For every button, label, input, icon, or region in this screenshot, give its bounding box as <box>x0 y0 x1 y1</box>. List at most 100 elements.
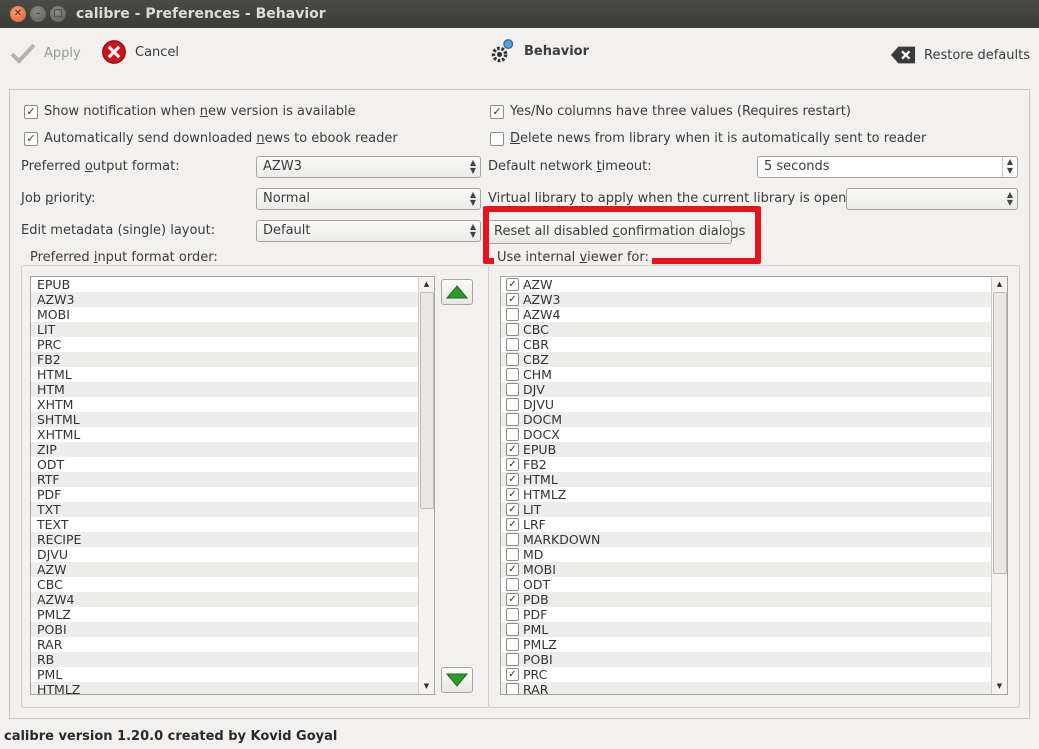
list-item[interactable]: ODT <box>31 457 418 472</box>
list-item[interactable]: CBR <box>501 337 991 352</box>
list-item[interactable]: CBZ <box>501 352 991 367</box>
checkbox-box[interactable]: ✓ <box>506 593 519 606</box>
list-item[interactable]: ✓ HTML <box>501 472 991 487</box>
checkbox-box[interactable]: ✓ <box>506 443 519 456</box>
list-item[interactable]: XHTM <box>31 397 418 412</box>
output-format-select[interactable]: AZW3 ▲ ▼ <box>256 156 481 178</box>
list-item[interactable]: PMLZ <box>501 637 991 652</box>
apply-button[interactable]: Apply <box>10 40 81 66</box>
list-item[interactable]: SHTML <box>31 412 418 427</box>
checkbox-box[interactable]: ✓ <box>506 488 519 501</box>
virtual-library-select[interactable]: ▲ ▼ <box>846 188 1018 210</box>
checkbox-box[interactable]: ✓ <box>506 278 519 291</box>
list-item[interactable]: RB <box>31 652 418 667</box>
list-item[interactable]: PML <box>501 622 991 637</box>
list-item[interactable]: PRC <box>31 337 418 352</box>
checkbox-box[interactable] <box>506 638 519 651</box>
checkbox-box[interactable] <box>506 653 519 666</box>
list-item[interactable]: EPUB <box>31 277 418 292</box>
window-maximize-button[interactable]: □ <box>50 6 66 22</box>
edit-metadata-select[interactable]: Default ▲ ▼ <box>256 220 481 242</box>
list-item[interactable]: DJVU <box>31 547 418 562</box>
checkbox-box[interactable] <box>506 683 519 694</box>
list-item[interactable]: RAR <box>501 682 991 694</box>
checkbox-box[interactable] <box>506 413 519 426</box>
checkbox-box[interactable]: ✓ <box>506 458 519 471</box>
scroll-up-icon[interactable]: ▲ <box>993 278 1006 291</box>
checkbox-box[interactable]: ✓ <box>506 563 519 576</box>
list-item[interactable]: AZW3 <box>31 292 418 307</box>
checkbox-box[interactable]: ✓ <box>506 473 519 486</box>
list-item[interactable]: TEXT <box>31 517 418 532</box>
list-item[interactable]: PDF <box>501 607 991 622</box>
list-item[interactable]: POBI <box>501 652 991 667</box>
checkbox-box[interactable] <box>506 323 519 336</box>
list-item[interactable]: AZW4 <box>31 592 418 607</box>
list-item[interactable]: ✓ LIT <box>501 502 991 517</box>
checkbox-box[interactable] <box>506 608 519 621</box>
checkbox-box[interactable] <box>506 308 519 321</box>
list-item[interactable]: ✓ LRF <box>501 517 991 532</box>
scroll-down-icon[interactable]: ▼ <box>420 680 433 693</box>
list-item[interactable]: ✓ PDB <box>501 592 991 607</box>
list-item[interactable]: POBI <box>31 622 418 637</box>
checkbox-box[interactable] <box>506 623 519 636</box>
list-item[interactable]: MOBI <box>31 307 418 322</box>
list-item[interactable]: RECIPE <box>31 532 418 547</box>
job-priority-select[interactable]: Normal ▲ ▼ <box>256 188 481 210</box>
list-item[interactable]: LIT <box>31 322 418 337</box>
list-item[interactable]: FB2 <box>31 352 418 367</box>
checkbox-box[interactable]: ✓ <box>506 518 519 531</box>
list-item[interactable]: CBC <box>31 577 418 592</box>
list-item[interactable]: DOCM <box>501 412 991 427</box>
checkbox-box[interactable] <box>506 428 519 441</box>
list-item[interactable]: ✓ AZW3 <box>501 292 991 307</box>
list-item[interactable]: RAR <box>31 637 418 652</box>
list-item[interactable]: ✓ EPUB <box>501 442 991 457</box>
list-item[interactable]: AZW <box>31 562 418 577</box>
list-item[interactable]: DJVU <box>501 397 991 412</box>
yes-no-columns-checkbox[interactable]: ✓ Yes/No columns have three values (Requ… <box>490 104 851 119</box>
list-item[interactable]: RTF <box>31 472 418 487</box>
list-item[interactable]: HTMLZ <box>31 682 418 694</box>
list-item[interactable]: ODT <box>501 577 991 592</box>
list-item[interactable]: ZIP <box>31 442 418 457</box>
show-notification-checkbox[interactable]: ✓ Show notification when new version is … <box>24 104 356 119</box>
list-item[interactable]: HTM <box>31 382 418 397</box>
checkbox-box[interactable] <box>506 533 519 546</box>
list-item[interactable]: ✓ FB2 <box>501 457 991 472</box>
scroll-down-icon[interactable]: ▼ <box>993 680 1006 693</box>
list-item[interactable]: ✓ HTMLZ <box>501 487 991 502</box>
move-down-button[interactable] <box>441 667 473 693</box>
internal-viewer-scrollbar[interactable]: ▲ ▼ <box>991 277 1007 694</box>
list-item[interactable]: HTML <box>31 367 418 382</box>
checkbox-box[interactable] <box>506 383 519 396</box>
list-item[interactable]: MARKDOWN <box>501 532 991 547</box>
restore-defaults-button[interactable]: Restore defaults <box>890 42 1030 68</box>
input-order-scrollbar[interactable]: ▲ ▼ <box>418 277 434 694</box>
scrollbar-thumb[interactable] <box>993 292 1007 574</box>
cancel-button[interactable]: Cancel <box>101 39 179 65</box>
scrollbar-thumb[interactable] <box>420 292 434 509</box>
list-item[interactable]: PDF <box>31 487 418 502</box>
list-item[interactable]: CBC <box>501 322 991 337</box>
list-item[interactable]: CHM <box>501 367 991 382</box>
window-minimize-button[interactable]: – <box>30 6 46 22</box>
network-timeout-spinbox[interactable]: 5 seconds ▲ ▼ <box>757 156 1018 178</box>
input-order-list[interactable]: EPUB AZW3 MOBI LIT PRC FB2 HTML HTM XHTM SHTML XHT… <box>30 276 435 695</box>
checkbox-box[interactable]: ✓ <box>506 668 519 681</box>
checkbox-box[interactable] <box>506 398 519 411</box>
list-item[interactable]: PML <box>31 667 418 682</box>
delete-news-checkbox[interactable]: Delete news from library when it is auto… <box>490 131 926 146</box>
checkbox-box[interactable]: ✓ <box>506 293 519 306</box>
list-item[interactable]: ✓ PRC <box>501 667 991 682</box>
list-item[interactable]: ✓ MOBI <box>501 562 991 577</box>
list-item[interactable]: TXT <box>31 502 418 517</box>
list-item[interactable]: XHTML <box>31 427 418 442</box>
list-item[interactable]: ✓ AZW <box>501 277 991 292</box>
list-item[interactable]: AZW4 <box>501 307 991 322</box>
checkbox-box[interactable] <box>506 338 519 351</box>
checkbox-box[interactable] <box>506 548 519 561</box>
checkbox-box[interactable]: ✓ <box>506 503 519 516</box>
checkbox-box[interactable] <box>506 578 519 591</box>
